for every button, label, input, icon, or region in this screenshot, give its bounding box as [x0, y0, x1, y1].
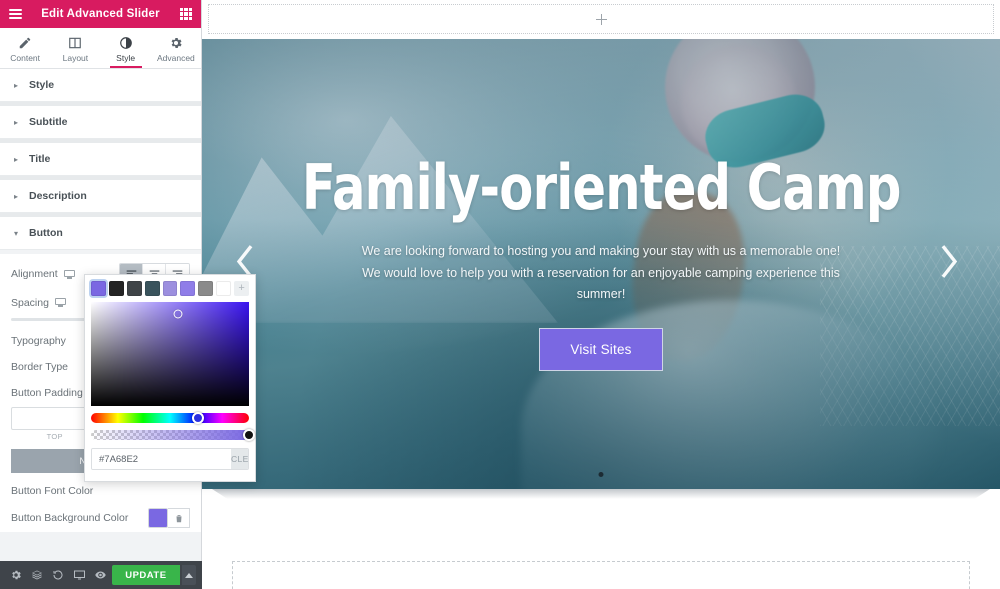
grid-icon[interactable]: [180, 8, 192, 20]
plus-icon: [595, 13, 607, 25]
section-description-label: Description: [29, 190, 87, 202]
alignment-label-wrap: Alignment: [11, 268, 75, 280]
slider-section[interactable]: Family-oriented Camp We are looking forw…: [202, 39, 1000, 489]
bottom-dropzone[interactable]: [232, 561, 970, 589]
settings-gear-icon[interactable]: [6, 561, 25, 589]
color-swatch[interactable]: [162, 281, 178, 296]
hue-slider-handle[interactable]: [192, 412, 205, 424]
responsive-icon[interactable]: [70, 561, 89, 589]
saturation-value-area[interactable]: [91, 302, 249, 406]
color-swatch-row: +: [91, 281, 249, 296]
tab-style[interactable]: Style: [101, 28, 151, 68]
style-sections: ▸ Style ▸ Subtitle ▸ Title ▸ Description…: [0, 69, 201, 250]
columns-icon: [69, 37, 82, 49]
tab-layout-label: Layout: [62, 53, 89, 63]
color-swatch[interactable]: [180, 281, 196, 296]
panel-header: Edit Advanced Slider: [0, 0, 201, 28]
elementor-editor: Edit Advanced Slider Content Layout Styl…: [0, 0, 1000, 589]
saturation-black-layer: [91, 302, 249, 406]
update-button[interactable]: UPDATE: [112, 565, 180, 585]
section-subtitle[interactable]: ▸ Subtitle: [0, 106, 201, 139]
clear-color-button[interactable]: CLEAR: [231, 449, 248, 469]
button-font-color-label: Button Font Color: [11, 484, 94, 497]
section-style-label: Style: [29, 79, 55, 91]
alignment-label: Alignment: [11, 268, 58, 280]
color-swatch[interactable]: [108, 281, 124, 296]
section-title-label: Title: [29, 153, 51, 165]
tab-layout[interactable]: Layout: [50, 28, 100, 68]
alpha-slider[interactable]: [91, 429, 255, 441]
chevron-down-icon: ▾: [14, 228, 19, 238]
slider-next-button[interactable]: [936, 242, 962, 287]
chevron-right-icon: ▸: [14, 117, 19, 127]
border-type-label: Border Type: [11, 360, 69, 373]
tab-advanced-label: Advanced: [156, 53, 195, 63]
gear-icon: [171, 37, 182, 49]
color-swatch[interactable]: [126, 281, 142, 296]
color-swatch[interactable]: [216, 281, 232, 296]
section-button-label: Button: [29, 227, 63, 239]
hamburger-icon[interactable]: [9, 9, 22, 19]
chevron-right-icon: ▸: [14, 80, 19, 90]
typography-label: Typography: [11, 334, 66, 347]
caret-up-icon: [184, 572, 193, 578]
monitor-icon[interactable]: [54, 298, 66, 307]
section-shadow: [212, 489, 990, 499]
saturation-handle[interactable]: [173, 309, 183, 319]
contrast-icon: [119, 37, 132, 49]
add-swatch-button[interactable]: +: [234, 281, 249, 296]
background-color-control: [148, 508, 190, 528]
layers-icon[interactable]: [27, 561, 46, 589]
pencil-icon: [19, 37, 31, 49]
color-picker-popup[interactable]: + CLEAR: [84, 274, 256, 482]
chevron-right-icon: ▸: [14, 191, 19, 201]
top-dropzone[interactable]: [208, 4, 994, 34]
section-button[interactable]: ▾ Button: [0, 217, 201, 250]
button-padding-label: Button Padding: [11, 386, 83, 399]
hue-slider[interactable]: [91, 412, 249, 424]
panel-title: Edit Advanced Slider: [41, 8, 160, 20]
monitor-icon[interactable]: [63, 269, 75, 279]
section-title[interactable]: ▸ Title: [0, 143, 201, 176]
panel-tabs: Content Layout Style Advanced: [0, 28, 201, 69]
control-button-background-color: Button Background Color: [0, 499, 201, 528]
preview-eye-icon[interactable]: [91, 561, 110, 589]
slider-dot[interactable]: [598, 472, 604, 477]
color-swatch[interactable]: [91, 281, 106, 296]
background-color-swatch[interactable]: [148, 508, 168, 528]
preview-canvas: Family-oriented Camp We are looking forw…: [202, 0, 1000, 589]
slider-dots: [598, 472, 604, 477]
slide-description[interactable]: We are looking forward to hosting you an…: [351, 241, 851, 307]
slide-title[interactable]: Family-oriented Camp: [302, 156, 902, 219]
hex-row: CLEAR: [91, 448, 249, 470]
section-subtitle-label: Subtitle: [29, 116, 68, 128]
color-swatch[interactable]: [198, 281, 214, 296]
history-icon[interactable]: [48, 561, 67, 589]
spacing-label: Spacing: [11, 296, 49, 309]
update-options-button[interactable]: [181, 565, 196, 585]
chevron-right-icon: ▸: [14, 154, 19, 164]
slide-content: Family-oriented Camp We are looking forw…: [202, 39, 1000, 489]
chevron-right-icon: [941, 245, 958, 278]
hex-input[interactable]: [92, 449, 231, 469]
tab-content-label: Content: [10, 53, 41, 63]
background-color-reset-button[interactable]: [168, 508, 190, 528]
tab-style-label: Style: [116, 53, 136, 63]
tab-content[interactable]: Content: [0, 28, 50, 68]
spacing-label-wrap: Spacing: [11, 297, 66, 309]
color-swatch[interactable]: [144, 281, 160, 296]
visit-sites-button[interactable]: Visit Sites: [539, 328, 663, 372]
section-description[interactable]: ▸ Description: [0, 180, 201, 213]
tab-advanced[interactable]: Advanced: [151, 28, 201, 68]
alpha-slider-handle[interactable]: [243, 429, 255, 441]
trash-icon: [176, 514, 181, 522]
button-background-color-label: Button Background Color: [11, 512, 129, 524]
panel-footer: UPDATE: [0, 561, 202, 589]
section-style[interactable]: ▸ Style: [0, 69, 201, 102]
